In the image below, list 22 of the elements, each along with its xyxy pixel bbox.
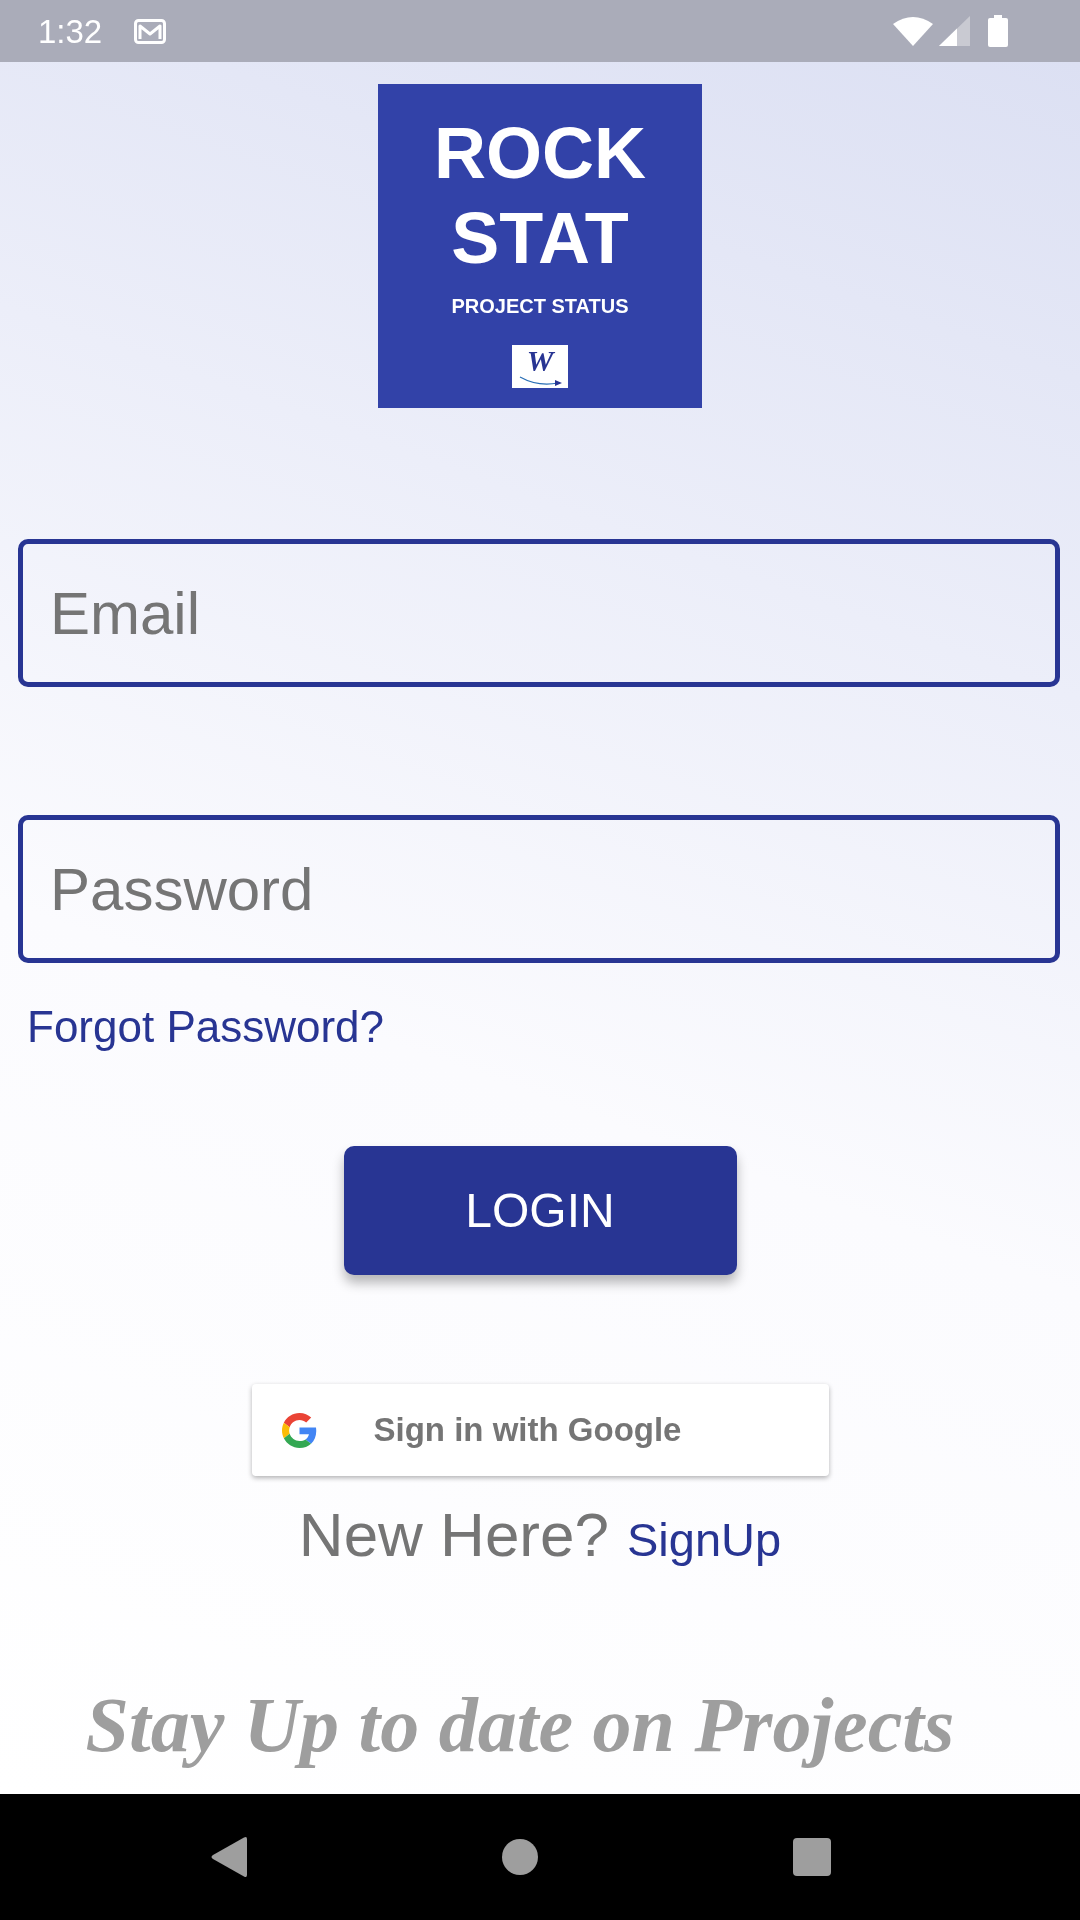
logo-title: STAT [451,197,629,280]
recents-nav-icon[interactable] [792,1838,831,1876]
logo-mark-letter: W [526,346,554,375]
home-nav-icon[interactable] [501,1839,538,1875]
logo-title: ROCK [434,112,646,195]
forgot-password-link[interactable]: Forgot Password? [27,1000,385,1053]
password-field[interactable]: Password [18,815,1060,963]
login-button[interactable]: LOGIN [343,1146,737,1275]
signup-prompt: New Here? [298,1499,609,1571]
wifi-icon [893,16,933,46]
tagline: Stay Up to date on Projects [84,1679,956,1770]
logo-subtitle: PROJECT STATUS [451,294,629,318]
battery-icon [988,15,1008,47]
curved-arrow-icon [518,374,562,387]
status-time: 1:32 [38,14,103,48]
email-field[interactable]: Email [18,539,1060,687]
mail-icon [134,18,167,44]
signal-icon [939,16,970,46]
google-sign-in-button[interactable]: Sign in with Google [251,1384,829,1476]
back-nav-icon[interactable] [209,1837,247,1877]
signup-link[interactable]: SignUp [627,1505,782,1576]
g-logo-icon [281,1412,317,1448]
